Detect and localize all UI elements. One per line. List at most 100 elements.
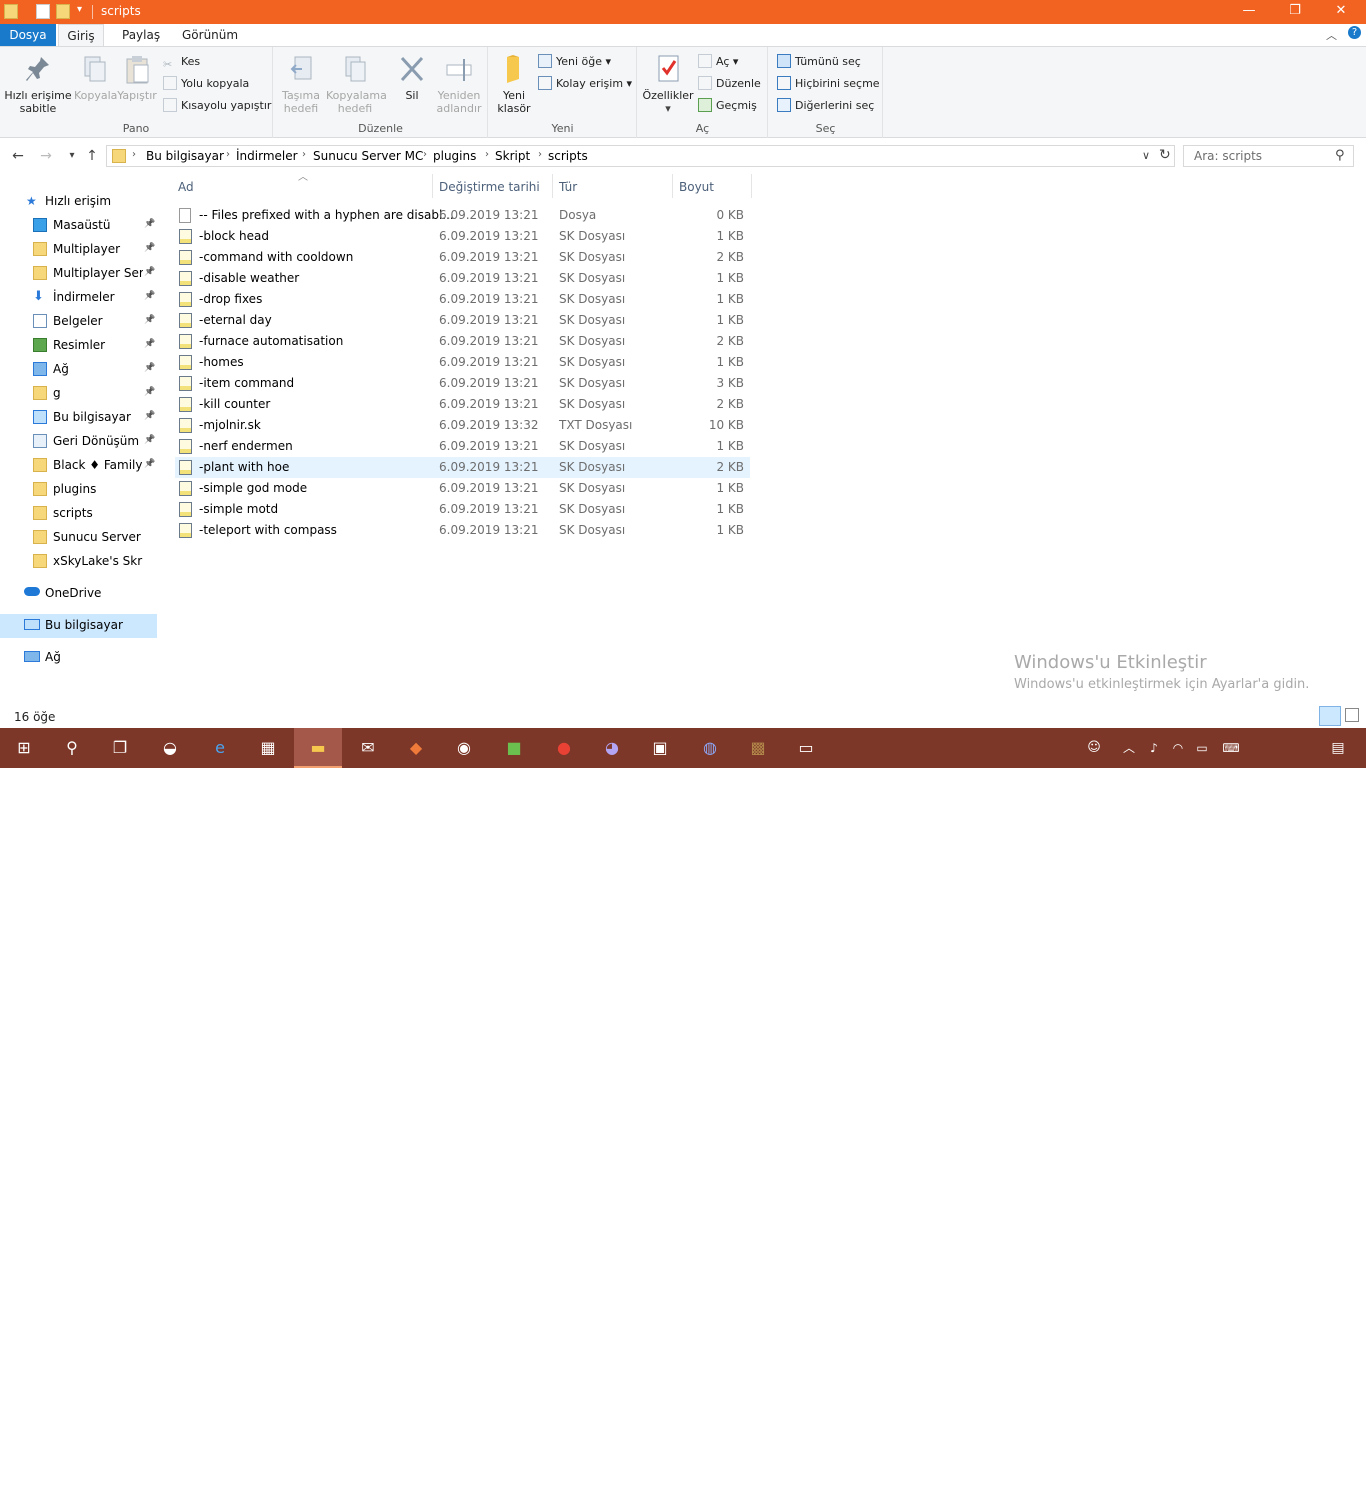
chevron-right-icon[interactable]: › xyxy=(226,149,230,160)
discord-icon[interactable]: ◕ xyxy=(588,728,636,768)
customize-quick-access-icon[interactable]: ▾ xyxy=(77,4,82,15)
file-row[interactable]: -mjolnir.sk 6.09.2019 13:32 TXT Dosyası 10 … xyxy=(175,415,750,436)
back-arrow-icon[interactable]: ← xyxy=(8,146,28,166)
pin-quick-access-button[interactable]: Hızlı erişime sabitle xyxy=(4,53,72,115)
pin-icon[interactable]: 📌 xyxy=(144,291,155,301)
nav-onedrive[interactable]: OneDrive xyxy=(24,582,101,604)
browser-icon[interactable]: ◍ xyxy=(686,728,734,768)
app-50-icon[interactable]: ▣ xyxy=(636,728,684,768)
close-button[interactable]: ✕ xyxy=(1318,0,1364,24)
history-button[interactable]: Geçmiş xyxy=(698,97,757,115)
minecraft-icon[interactable]: ■ xyxy=(490,728,538,768)
file-row[interactable]: -item command 6.09.2019 13:21 SK Dosyası 3 … xyxy=(175,373,750,394)
breadcrumb-plugins[interactable]: plugins xyxy=(433,149,476,163)
address-dropdown-icon[interactable]: ∨ xyxy=(1142,149,1150,162)
mail-icon[interactable]: ✉ xyxy=(344,728,392,768)
help-icon[interactable]: ? xyxy=(1348,26,1361,39)
chevron-right-icon[interactable]: › xyxy=(302,149,306,160)
nav-item[interactable]: Multiplayer Serve xyxy=(33,262,143,284)
breadcrumb-this-pc[interactable]: Bu bilgisayar xyxy=(146,149,224,163)
column-name[interactable]: Ad xyxy=(178,180,194,194)
column-divider[interactable] xyxy=(432,174,433,198)
pin-icon[interactable]: 📌 xyxy=(144,387,155,397)
nav-item[interactable]: Multiplayer xyxy=(33,238,143,260)
keyboard-icon[interactable]: ⌨ xyxy=(1214,728,1248,768)
nav-this-pc[interactable]: Bu bilgisayar xyxy=(24,614,123,636)
people-icon[interactable]: ☺ xyxy=(1074,728,1114,768)
column-divider[interactable] xyxy=(672,174,673,198)
edge-browser-icon[interactable]: e xyxy=(196,728,244,768)
file-row[interactable]: -teleport with compass 6.09.2019 13:21 SK … xyxy=(175,520,750,541)
app-icon[interactable]: ◆ xyxy=(392,728,440,768)
nav-item[interactable]: g xyxy=(33,382,143,404)
cut-button[interactable]: ✂ Kes xyxy=(163,53,200,71)
nav-item[interactable]: scripts xyxy=(33,502,143,524)
search-box[interactable]: Ara: scripts ⚲ xyxy=(1183,145,1354,167)
pin-icon[interactable]: 📌 xyxy=(144,459,155,469)
file-row[interactable]: -simple motd 6.09.2019 13:21 SK Dosyası 1 K… xyxy=(175,499,750,520)
paint-app-icon[interactable]: ◒ xyxy=(146,728,194,768)
chevron-right-icon[interactable]: › xyxy=(538,149,542,160)
collapse-ribbon-icon[interactable]: ︿ xyxy=(1326,27,1337,43)
paste-shortcut-button[interactable]: Kısayolu yapıştır xyxy=(163,97,271,115)
show-hidden-icons-icon[interactable]: ︿ xyxy=(1116,728,1142,768)
column-divider[interactable] xyxy=(751,174,752,198)
nav-item[interactable]: Black ♦ Family xyxy=(33,454,143,476)
file-row[interactable]: -furnace automatisation 6.09.2019 13:21 SK… xyxy=(175,331,750,352)
file-row[interactable]: -plant with hoe 6.09.2019 13:21 SK Dosyası… xyxy=(175,457,750,478)
nav-item[interactable]: Belgeler xyxy=(33,310,143,332)
file-row[interactable]: -homes 6.09.2019 13:21 SK Dosyası 1 KB xyxy=(175,352,750,373)
new-folder-button[interactable]: Yeni klasör xyxy=(493,53,535,115)
column-date[interactable]: Değiştirme tarihi xyxy=(439,180,540,194)
file-row[interactable]: -eternal day 6.09.2019 13:21 SK Dosyası 1 K… xyxy=(175,310,750,331)
nav-item[interactable]: Ağ xyxy=(33,358,143,380)
delete-button[interactable]: Sil xyxy=(392,53,432,102)
battery-icon[interactable]: ▭ xyxy=(1190,728,1214,768)
breadcrumb-downloads[interactable]: İndirmeler xyxy=(236,149,298,163)
file-explorer-icon[interactable]: ▬ xyxy=(294,728,342,768)
new-item-button[interactable]: Yeni öğe ▾ xyxy=(538,53,611,71)
chrome-icon[interactable]: ● xyxy=(540,728,588,768)
nav-item[interactable]: xSkyLake's Skript xyxy=(33,550,143,572)
task-view-icon[interactable]: ❐ xyxy=(96,728,144,768)
store-icon[interactable]: ▦ xyxy=(244,728,292,768)
pin-icon[interactable]: 📌 xyxy=(144,339,155,349)
nav-item[interactable]: Resimler xyxy=(33,334,143,356)
properties-dropdown-icon[interactable]: ▾ xyxy=(642,102,694,115)
file-row[interactable]: -drop fixes 6.09.2019 13:21 SK Dosyası 1 KB xyxy=(175,289,750,310)
recent-locations-icon[interactable]: ▾ xyxy=(62,146,82,166)
address-bar[interactable]: › Bu bilgisayar › İndirmeler › Sunucu Se… xyxy=(106,145,1175,167)
chevron-right-icon[interactable]: › xyxy=(423,149,427,160)
nav-item[interactable]: Geri Dönüşüm Kı xyxy=(33,430,143,452)
properties-quick-icon[interactable] xyxy=(36,4,50,19)
pin-icon[interactable]: 📌 xyxy=(144,411,155,421)
invert-selection-button[interactable]: Diğerlerini seç xyxy=(777,97,874,115)
nav-item[interactable]: Masaüstü xyxy=(33,214,143,236)
start-windows-icon[interactable]: ⊞ xyxy=(0,728,48,768)
file-row[interactable]: -kill counter 6.09.2019 13:21 SK Dosyası 2 … xyxy=(175,394,750,415)
restore-button[interactable]: ❐ xyxy=(1272,0,1318,24)
nav-item[interactable]: Bu bilgisayar xyxy=(33,406,143,428)
details-view-icon[interactable] xyxy=(1319,706,1341,726)
pin-icon[interactable]: 📌 xyxy=(144,267,155,277)
pin-icon[interactable]: 📌 xyxy=(144,219,155,229)
minecraft-launcher-icon[interactable]: ▩ xyxy=(734,728,782,768)
copy-path-button[interactable]: Yolu kopyala xyxy=(163,75,249,93)
pin-icon[interactable]: 📌 xyxy=(144,243,155,253)
up-arrow-icon[interactable]: ↑ xyxy=(82,146,102,166)
select-all-button[interactable]: Tümünü seç xyxy=(777,53,861,71)
file-row[interactable]: -command with cooldown 6.09.2019 13:21 SK … xyxy=(175,247,750,268)
nav-network[interactable]: Ağ xyxy=(24,646,61,668)
breadcrumb-server[interactable]: Sunucu Server MC xyxy=(313,149,423,163)
tab-file[interactable]: Dosya xyxy=(0,24,56,46)
minimize-button[interactable]: — xyxy=(1226,0,1272,24)
chevron-right-icon[interactable]: › xyxy=(132,149,136,160)
chevron-right-icon[interactable]: › xyxy=(485,149,489,160)
refresh-icon[interactable]: ↻ xyxy=(1159,147,1171,163)
new-folder-quick-icon[interactable] xyxy=(56,4,70,19)
edit-button[interactable]: Düzenle xyxy=(698,75,761,93)
tab-share[interactable]: Paylaş xyxy=(114,24,168,46)
pin-icon[interactable]: 📌 xyxy=(144,315,155,325)
file-row[interactable]: -nerf endermen 6.09.2019 13:21 SK Dosyası 1… xyxy=(175,436,750,457)
move-to-button[interactable]: Taşıma hedefi xyxy=(278,53,324,115)
